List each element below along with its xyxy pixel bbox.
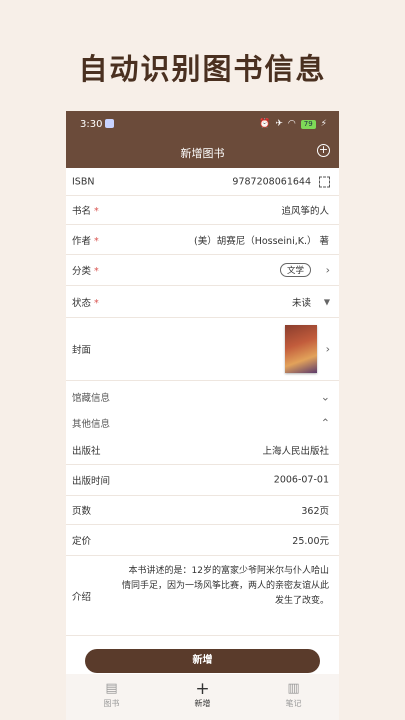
chevron-right-icon[interactable]: › xyxy=(326,264,330,277)
required-mark: * xyxy=(94,206,99,217)
tab-notes-label: 笔记 xyxy=(285,699,302,708)
author-label: 作者 xyxy=(72,235,92,247)
status-value[interactable]: 未读 xyxy=(292,295,311,309)
charging-icon: ⚡ xyxy=(320,119,327,129)
price-value[interactable]: 25.00元 xyxy=(292,533,329,547)
price-label: 定价 xyxy=(72,536,92,547)
phone-screen: 3:30 ⏰ ✈ ◠ 79 ⚡ 新增图书 + ISBN 978720806164… xyxy=(66,111,339,720)
publisher-label: 出版社 xyxy=(72,446,101,457)
other-section-label: 其他信息 xyxy=(72,419,111,430)
category-tag[interactable]: 文学 xyxy=(279,263,311,277)
tab-add[interactable]: + 新增 xyxy=(157,674,248,720)
status-time: 3:30 xyxy=(80,119,115,130)
airplane-icon: ✈ xyxy=(275,119,283,129)
category-label: 分类 xyxy=(72,266,92,277)
pages-label: 页数 xyxy=(72,506,92,517)
title-label: 书名 xyxy=(72,206,92,217)
intro-text[interactable]: 本书讲述的是：12岁的富家少爷阿米尔与仆人哈山情同手足，因为一场风筝比赛，两人的… xyxy=(121,564,329,609)
title-value[interactable]: 追风筝的人 xyxy=(281,203,329,217)
required-mark: * xyxy=(94,266,99,277)
tab-notes[interactable]: ▥ 笔记 xyxy=(248,674,339,720)
title-row[interactable]: 书名 * 追风筝的人 xyxy=(66,196,339,225)
collection-section-label: 馆藏信息 xyxy=(72,393,111,404)
price-row[interactable]: 定价 25.00元 xyxy=(66,525,339,556)
required-mark: * xyxy=(94,235,99,247)
caret-down-icon[interactable]: ▼ xyxy=(324,297,330,306)
chevron-up-icon[interactable]: ⌃ xyxy=(321,417,330,430)
tab-add-label: 新增 xyxy=(194,699,211,708)
author-value[interactable]: (美）胡赛尼（Hosseini,K.） 著 xyxy=(194,233,329,247)
pubdate-label: 出版时间 xyxy=(72,476,111,487)
cover-row[interactable]: 封面 › xyxy=(66,318,339,381)
book-icon: ▤ xyxy=(105,681,118,696)
required-mark: * xyxy=(94,297,99,309)
submit-button[interactable]: 新增 xyxy=(85,649,320,673)
wifi-icon: ◠ xyxy=(287,119,296,129)
other-section-header[interactable]: 其他信息 ⌃ xyxy=(66,410,339,436)
app-notification-icon xyxy=(105,119,115,128)
collection-section-header[interactable]: 馆藏信息 ⌄ xyxy=(66,384,339,410)
status-row[interactable]: 状态 * 未读 ▼ xyxy=(66,286,339,318)
page-title: 新增图书 xyxy=(180,147,225,160)
plus-icon: + xyxy=(195,679,210,699)
add-circle-icon[interactable]: + xyxy=(317,144,330,157)
chevron-down-icon[interactable]: ⌄ xyxy=(321,391,330,404)
book-cover-image[interactable] xyxy=(285,325,317,373)
cover-label: 封面 xyxy=(72,345,92,356)
tab-books[interactable]: ▤ 图书 xyxy=(66,674,157,720)
chevron-right-icon[interactable]: › xyxy=(326,343,330,356)
status-icons: ⏰ ✈ ◠ 79 ⚡ xyxy=(259,119,327,129)
pubdate-value[interactable]: 2006-07-01 xyxy=(274,475,329,486)
intro-label: 介绍 xyxy=(72,591,92,603)
isbn-value[interactable]: 9787208061644 xyxy=(232,176,311,187)
publisher-row[interactable]: 出版社 上海人民出版社 xyxy=(66,436,339,465)
battery-icon: 79 xyxy=(300,119,316,129)
intro-row[interactable]: 介绍 本书讲述的是：12岁的富家少爷阿米尔与仆人哈山情同手足，因为一场风筝比赛，… xyxy=(66,556,339,636)
pubdate-row[interactable]: 出版时间 2006-07-01 xyxy=(66,465,339,496)
pages-value[interactable]: 362页 xyxy=(301,503,329,517)
scan-icon[interactable] xyxy=(319,176,330,187)
author-row[interactable]: 作者 * (美）胡赛尼（Hosseini,K.） 著 xyxy=(66,225,339,255)
tab-books-label: 图书 xyxy=(103,699,120,708)
isbn-row[interactable]: ISBN 9787208061644 xyxy=(66,168,339,196)
status-label: 状态 xyxy=(72,297,92,309)
top-bar: 3:30 ⏰ ✈ ◠ 79 ⚡ 新增图书 + xyxy=(66,111,339,168)
alarm-icon: ⏰ xyxy=(259,119,271,129)
note-icon: ▥ xyxy=(287,681,300,696)
promo-title: 自动识别图书信息 xyxy=(78,52,327,86)
publisher-value[interactable]: 上海人民出版社 xyxy=(262,443,329,457)
category-row[interactable]: 分类 * 文学 › xyxy=(66,255,339,286)
bottom-tab-bar: ▤ 图书 + 新增 ▥ 笔记 xyxy=(66,674,339,720)
pages-row[interactable]: 页数 362页 xyxy=(66,496,339,525)
isbn-label: ISBN xyxy=(72,176,95,187)
